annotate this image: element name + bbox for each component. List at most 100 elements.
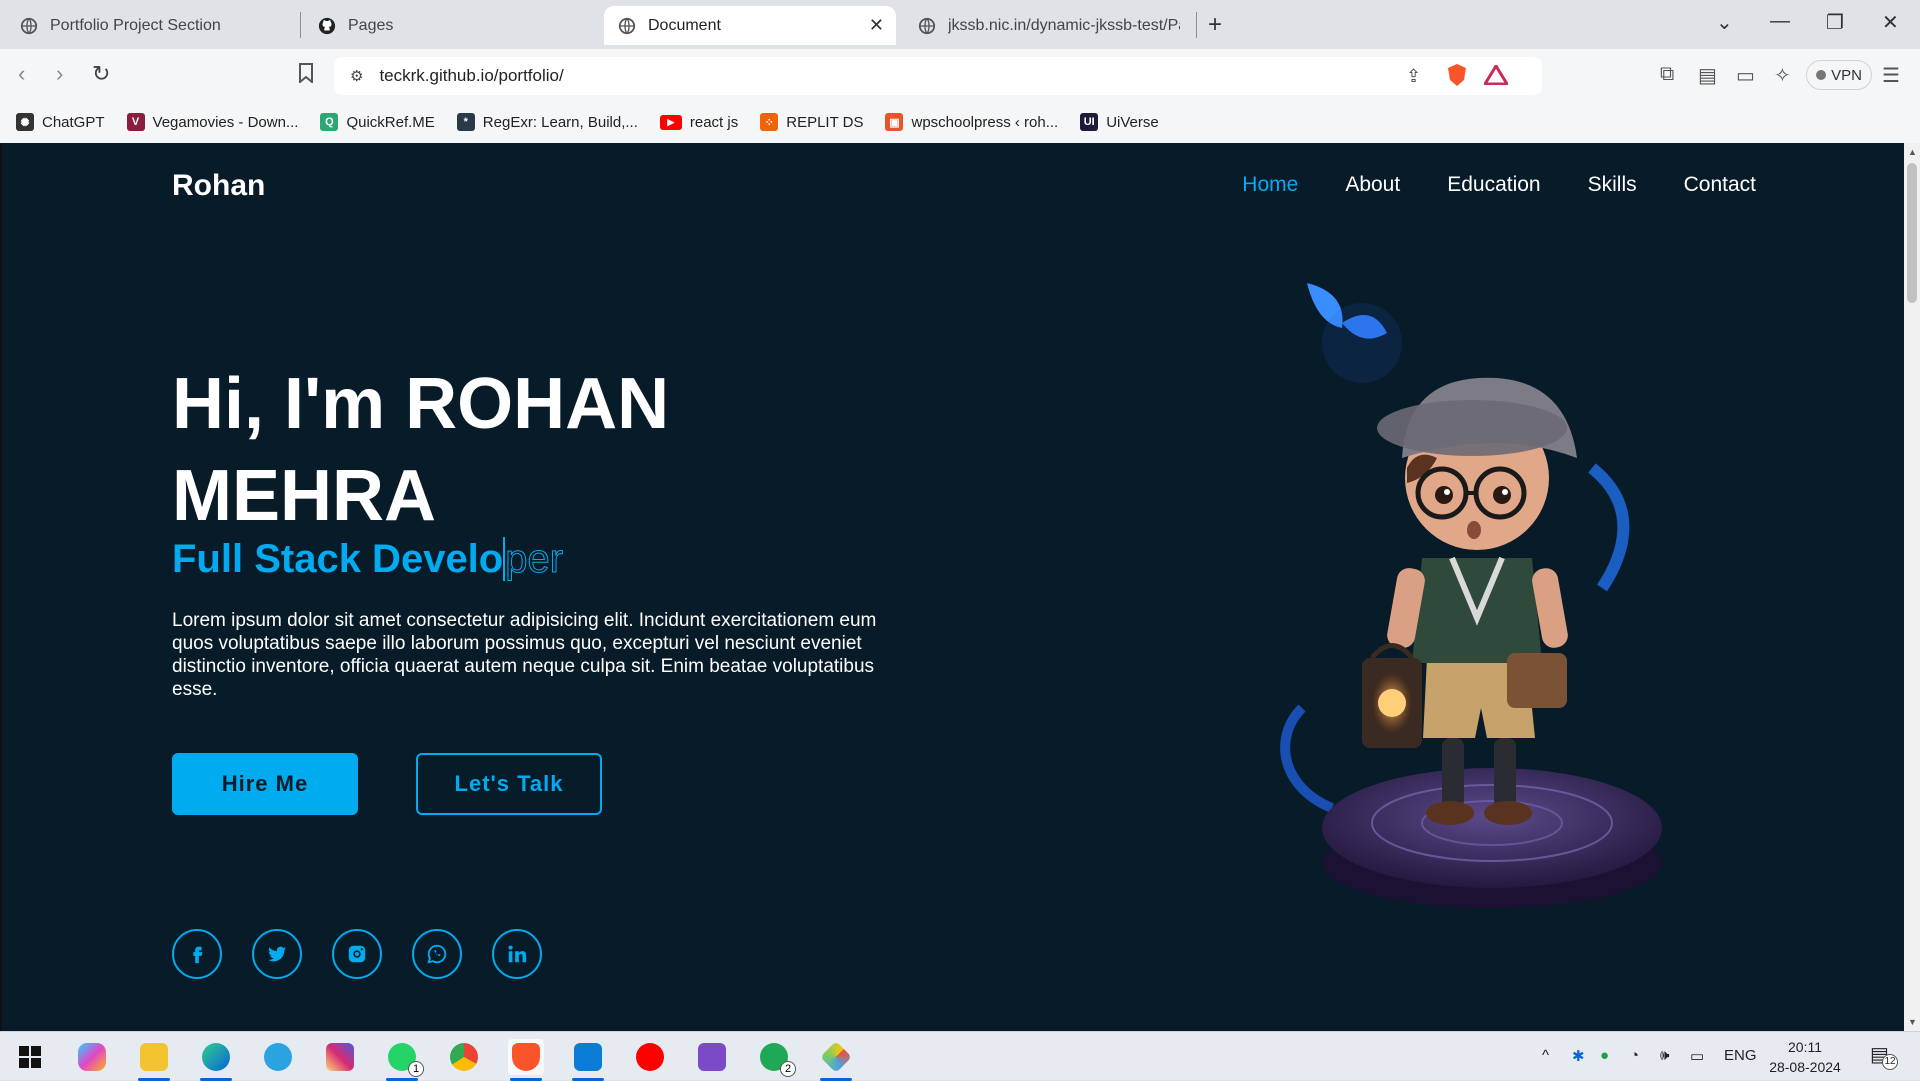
browser-tab-strip: Portfolio Project Section Pages Document… bbox=[0, 0, 1920, 49]
nav-about[interactable]: About bbox=[1345, 173, 1400, 197]
windows-start-icon[interactable] bbox=[12, 1039, 48, 1075]
volume-icon[interactable]: 🕪 bbox=[1660, 1047, 1669, 1064]
page-scrollbar[interactable]: ▲ ▼ bbox=[1904, 143, 1920, 1031]
clock-time: 20:11 bbox=[1788, 1039, 1822, 1055]
brave-app-icon[interactable] bbox=[508, 1039, 544, 1081]
globe-icon bbox=[20, 17, 38, 35]
reload-icon[interactable]: ↻ bbox=[92, 61, 110, 87]
bookmark-label: QuickRef.ME bbox=[346, 113, 435, 131]
bookmark-chatgpt[interactable]: ✺ ChatGPT bbox=[16, 113, 105, 131]
site-settings-icon[interactable]: ⚙ bbox=[350, 67, 363, 85]
taskbar-clock[interactable]: 20:11 28-08-2024 bbox=[1750, 1037, 1860, 1077]
whatsapp-business-icon[interactable]: 2 bbox=[756, 1039, 796, 1077]
vscode-icon[interactable] bbox=[570, 1039, 606, 1081]
menu-icon[interactable]: ☰ bbox=[1882, 63, 1900, 88]
windows-taskbar: 1 2 ^ ✱ ● ◔ 🕪 ▭ ENG 20:11 28-08-2024 ▤ 1… bbox=[0, 1031, 1920, 1081]
sidebar-icon[interactable]: ▤ bbox=[1698, 63, 1717, 88]
scroll-down-icon[interactable]: ▼ bbox=[1908, 1017, 1917, 1027]
scroll-up-icon[interactable]: ▲ bbox=[1908, 147, 1917, 157]
bookmark-label: UiVerse bbox=[1106, 113, 1159, 131]
notification-badge: 1 bbox=[408, 1061, 424, 1077]
wifi-icon[interactable]: ◔ bbox=[1630, 1047, 1639, 1064]
close-tab-icon[interactable]: ✕ bbox=[869, 15, 884, 36]
bookmark-label: RegExr: Learn, Build,... bbox=[482, 113, 638, 131]
copilot-icon[interactable] bbox=[74, 1039, 110, 1075]
share-icon[interactable]: ⇪ bbox=[1406, 66, 1421, 87]
vpn-button[interactable]: VPN bbox=[1806, 60, 1872, 90]
wpschoolpress-icon: ▣ bbox=[885, 113, 904, 131]
tab-title: Portfolio Project Section bbox=[50, 16, 221, 34]
tab-jkssb[interactable]: jkssb.nic.in/dynamic-jkssb-test/Page bbox=[904, 6, 1194, 45]
site-nav: Home About Education Skills Contact bbox=[1242, 173, 1756, 197]
tab-title: Document bbox=[648, 16, 721, 34]
twitter-icon[interactable] bbox=[252, 929, 302, 979]
youtube-icon: ▶ bbox=[659, 114, 682, 130]
youtube-music-icon[interactable] bbox=[632, 1039, 668, 1075]
replit-icon: ⁘ bbox=[760, 113, 779, 131]
tab-pages[interactable]: Pages bbox=[304, 6, 594, 45]
whatsapp-icon[interactable] bbox=[412, 929, 462, 979]
bluetooth-icon[interactable]: ✱ bbox=[1572, 1047, 1585, 1065]
tab-separator bbox=[1196, 12, 1197, 38]
bookmark-replit-ds[interactable]: ⁘ REPLIT DS bbox=[760, 113, 863, 131]
tab-separator bbox=[300, 12, 301, 38]
tab-search-chevron-icon[interactable]: ⌄ bbox=[1716, 10, 1733, 35]
whatsapp-app-icon[interactable]: 1 bbox=[384, 1039, 424, 1081]
vpn-status-icon bbox=[1816, 70, 1827, 80]
clock-date: 28-08-2024 bbox=[1769, 1059, 1841, 1075]
bookmark-uiverse[interactable]: UI UiVerse bbox=[1080, 113, 1159, 131]
telegram-icon[interactable] bbox=[260, 1039, 296, 1075]
nav-education[interactable]: Education bbox=[1447, 173, 1540, 197]
git-app-icon[interactable] bbox=[818, 1039, 854, 1081]
bookmark-vegamovies[interactable]: V Vegamovies - Down... bbox=[126, 113, 298, 131]
tab-portfolio-project-section[interactable]: Portfolio Project Section bbox=[6, 6, 296, 45]
lets-talk-button[interactable]: Let's Talk bbox=[416, 753, 602, 815]
tab-document[interactable]: Document ✕ bbox=[604, 6, 896, 45]
update-icon[interactable]: ● bbox=[1600, 1047, 1609, 1064]
browser-toolbar: ‹ › ↻ ⚙ teckrk.github.io/portfolio/ ⇪ ⧉ … bbox=[0, 49, 1920, 101]
wallet-icon[interactable]: ▭ bbox=[1736, 63, 1755, 88]
site-logo[interactable]: Rohan bbox=[172, 169, 265, 203]
page-viewport: Rohan Home About Education Skills Contac… bbox=[0, 143, 1904, 1031]
instagram-icon[interactable] bbox=[332, 929, 382, 979]
notifications-icon[interactable]: ▤ 12 bbox=[1870, 1042, 1898, 1070]
scrollbar-thumb[interactable] bbox=[1907, 163, 1917, 303]
hero-subtitle: Full Stack Developer bbox=[172, 537, 564, 582]
nav-home[interactable]: Home bbox=[1242, 173, 1298, 197]
facebook-icon[interactable] bbox=[172, 929, 222, 979]
leo-ai-icon[interactable]: ✧ bbox=[1774, 63, 1791, 88]
hero-title: Hi, I'm ROHAN MEHRA bbox=[172, 364, 670, 536]
nav-contact[interactable]: Contact bbox=[1684, 173, 1756, 197]
bookmark-react-js[interactable]: ▶ react js bbox=[659, 114, 738, 131]
bookmark-regexr[interactable]: * RegExr: Learn, Build,... bbox=[456, 113, 638, 131]
instagram-app-icon[interactable] bbox=[322, 1039, 358, 1075]
nav-skills[interactable]: Skills bbox=[1588, 173, 1637, 197]
globe-icon bbox=[618, 17, 636, 35]
brave-rewards-icon[interactable] bbox=[1482, 63, 1510, 90]
visual-studio-icon[interactable] bbox=[694, 1039, 730, 1075]
brave-shield-icon[interactable] bbox=[1446, 63, 1468, 92]
back-icon[interactable]: ‹ bbox=[18, 61, 25, 87]
minimize-icon[interactable]: — bbox=[1770, 10, 1790, 33]
address-bar[interactable]: ⚙ teckrk.github.io/portfolio/ ⇪ bbox=[334, 57, 1542, 95]
bookmark-wpschoolpress[interactable]: ▣ wpschoolpress ‹ roh... bbox=[885, 113, 1058, 131]
show-hidden-icons-icon[interactable]: ^ bbox=[1542, 1047, 1549, 1064]
close-window-icon[interactable]: ✕ bbox=[1882, 10, 1899, 35]
new-tab-button[interactable]: + bbox=[1208, 11, 1222, 39]
linkedin-icon[interactable] bbox=[492, 929, 542, 979]
extensions-icon[interactable]: ⧉ bbox=[1660, 63, 1674, 86]
edge-icon[interactable] bbox=[198, 1039, 234, 1081]
file-explorer-icon[interactable] bbox=[136, 1039, 172, 1081]
bookmark-icon[interactable] bbox=[298, 63, 314, 89]
bookmark-quickref[interactable]: Q QuickRef.ME bbox=[320, 113, 435, 131]
hero-subtitle-typed: Full Stack Develo bbox=[172, 537, 504, 581]
battery-icon[interactable]: ▭ bbox=[1690, 1047, 1704, 1065]
regexr-icon: * bbox=[456, 113, 475, 131]
vegamovies-icon: V bbox=[126, 113, 145, 131]
restore-icon[interactable]: ❐ bbox=[1826, 10, 1844, 35]
hire-me-button[interactable]: Hire Me bbox=[172, 753, 358, 815]
github-icon bbox=[318, 17, 336, 35]
uiverse-icon: UI bbox=[1080, 113, 1099, 131]
chrome-icon[interactable] bbox=[446, 1039, 482, 1075]
forward-icon[interactable]: › bbox=[56, 61, 63, 87]
